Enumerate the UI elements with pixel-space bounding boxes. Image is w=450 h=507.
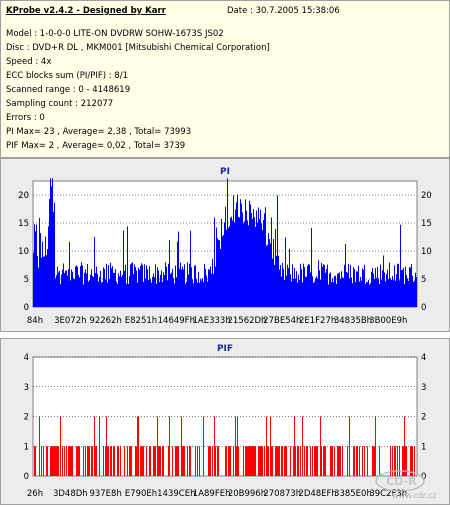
- x-tick-label: 1439CEh: [157, 489, 195, 499]
- y-tick-label-left: 20: [18, 191, 29, 201]
- x-tick-label: 84h: [27, 316, 43, 326]
- sampling-count-line: Sampling count : 212077: [6, 99, 114, 109]
- pif-stats-line: PIF Max= 2 , Average= 0,02 , Total= 3739: [6, 141, 186, 151]
- pi-chart-panel: PI 0 0 5 5 10 10 15 15 20 20 84h 3E072h 92262h E8251h 1…: [0, 158, 450, 332]
- disc-line: Disc : DVD+R DL , MKM001 [Mitsubishi Che…: [6, 43, 270, 53]
- x-tick-label: E790Eh: [125, 489, 157, 499]
- y-tick-label-right: 5: [421, 275, 426, 285]
- svg-text:www.cdr.cz: www.cdr.cz: [392, 491, 437, 500]
- y-tick-label-left: 3: [24, 383, 29, 393]
- x-tick-label: 20B996h: [228, 489, 266, 499]
- y-tick-label-right: 15: [421, 219, 432, 229]
- y-tick-label-left: 2: [24, 413, 29, 423]
- x-tick-label: 92262h: [89, 316, 121, 326]
- y-tick-label-left: 5: [24, 275, 29, 285]
- pi-stats-line: PI Max= 23 , Average= 2,38 , Total= 7399…: [6, 127, 192, 137]
- x-tick-label: 3D48Dh: [53, 489, 88, 499]
- y-tick-label-right: 20: [421, 191, 432, 201]
- x-tick-label: 1AE333h: [193, 316, 231, 326]
- x-tick-label: 937E8h: [89, 489, 121, 499]
- y-tick-label-left: 1: [24, 442, 29, 452]
- x-tick-label: 1A89FEh: [193, 489, 231, 499]
- model-line: Model : 1-0-0-0 LITE-ON DVDRW SOHW-1673S…: [6, 29, 224, 39]
- speed-line: Speed : 4x: [6, 57, 52, 67]
- y-tick-label-right: 3: [421, 383, 426, 393]
- x-tick-label: 14649Fh: [158, 316, 195, 326]
- y-tick-label-right: 4: [421, 353, 426, 363]
- ecc-blocks-line: ECC blocks sum (PI/PIF) : 8/1: [6, 71, 129, 81]
- x-tick-label: 3B00E9h: [369, 316, 407, 326]
- y-tick-label-left: 15: [18, 219, 29, 229]
- x-tick-label: 21562Dh: [227, 316, 266, 326]
- x-tick-label: 3385E0h: [334, 489, 372, 499]
- x-tick-label: 34835Bh: [334, 316, 372, 326]
- chart-title: PI: [220, 167, 230, 177]
- x-tick-label: 26h: [27, 489, 43, 499]
- report-summary-panel: KProbe v2.4.2 - Designed by Karr Date : …: [0, 0, 450, 158]
- y-tick-label-left: 4: [24, 353, 29, 363]
- y-tick-label-right: 1: [421, 442, 426, 452]
- chart-title: PIF: [217, 344, 233, 354]
- svg-text:CD-R: CD-R: [386, 475, 417, 488]
- scanned-range-line: Scanned range : 0 - 4148619: [6, 85, 131, 95]
- x-tick-label: 2D48EFh: [298, 489, 336, 499]
- pi-chart: PI0 05 510 1015 1520 2084h 3E072h 92262h E8251h 1…: [18, 167, 432, 326]
- y-tick-label-left: 0: [24, 303, 29, 313]
- y-tick-label-right: 2: [421, 413, 426, 423]
- x-tick-label: 3E072h: [54, 316, 86, 326]
- x-tick-label: 270873h: [263, 489, 301, 499]
- x-tick-label: E8251h: [125, 316, 157, 326]
- cdr-watermark-logo: CD-R www.cdr.cz: [375, 470, 437, 500]
- scan-date: Date : 30.7.2005 15:38:06: [227, 6, 340, 16]
- errors-line: Errors : 0: [6, 113, 45, 123]
- y-tick-label-right: 10: [421, 247, 432, 257]
- app-title: KProbe v2.4.2 - Designed by Karr: [6, 6, 166, 16]
- y-tick-label-right: 0: [421, 303, 426, 313]
- y-tick-label-left: 0: [24, 472, 29, 482]
- x-tick-label: 2E1F27h: [299, 316, 336, 326]
- y-tick-label-left: 10: [18, 247, 29, 257]
- x-tick-label: 27BE54h: [263, 316, 301, 326]
